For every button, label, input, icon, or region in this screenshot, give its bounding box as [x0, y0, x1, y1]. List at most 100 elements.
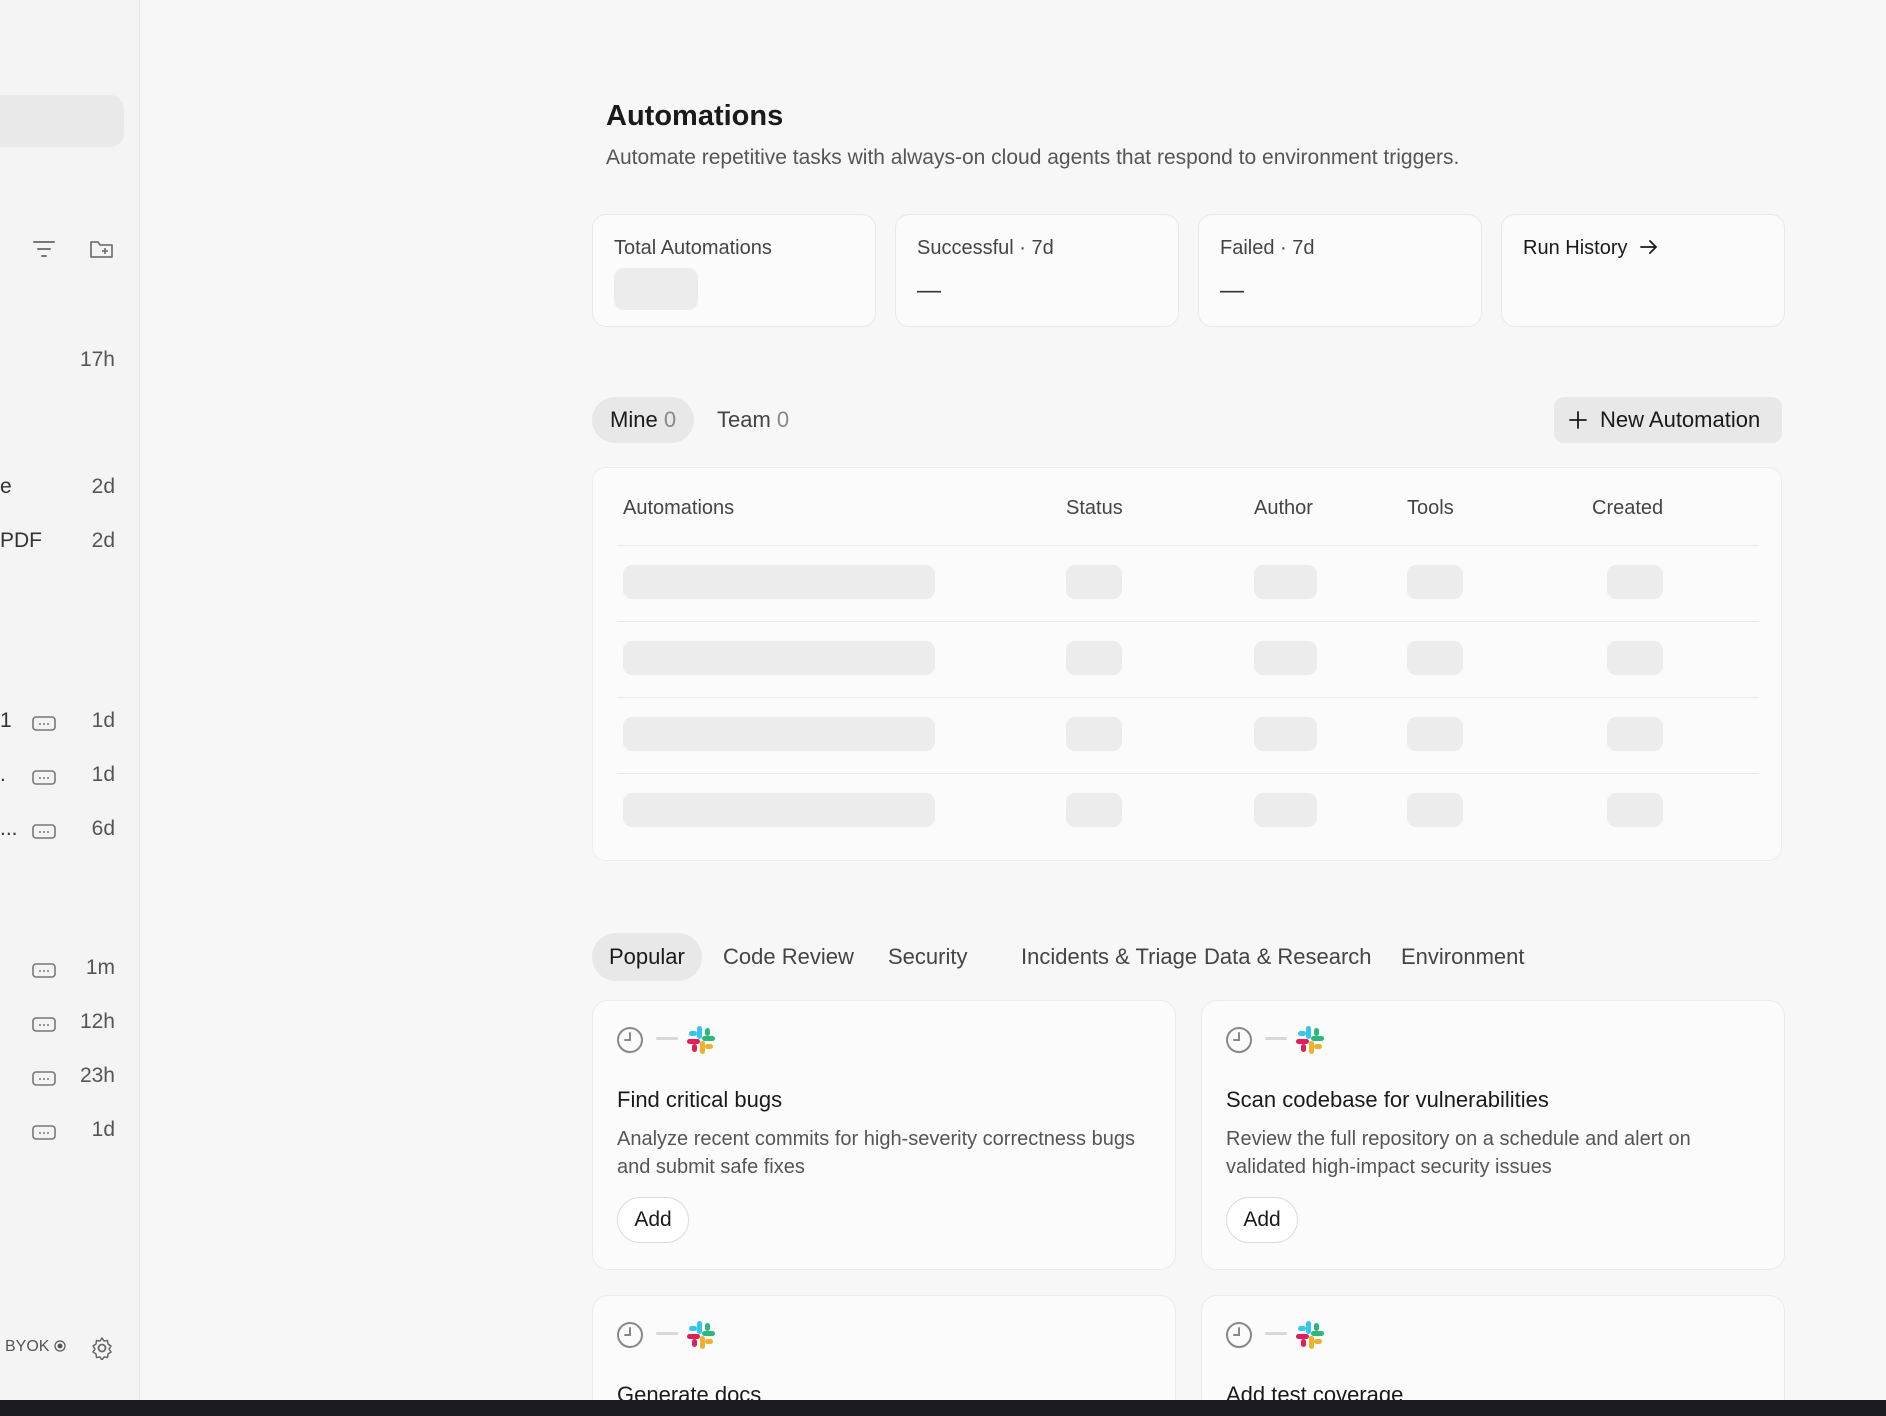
sidebar-search[interactable]: [0, 95, 124, 147]
category-tab[interactable]: Data & Research: [1187, 933, 1389, 981]
skeleton-cell: [1066, 641, 1122, 675]
clock-icon: [616, 1026, 644, 1059]
sidebar-item-time: 12h: [79, 1010, 115, 1033]
connector-line: [1265, 1332, 1287, 1335]
category-tab[interactable]: Incidents & Triage: [1004, 933, 1214, 981]
sidebar-item[interactable]: 1 1d: [0, 707, 118, 737]
sidebar-item[interactable]: PDF 2d: [0, 527, 118, 557]
sidebar-item-time: 23h: [79, 1064, 115, 1087]
template-card-generate-docs[interactable]: Generate docs: [592, 1295, 1176, 1415]
sidebar-item-time: 1d: [91, 709, 115, 732]
skeleton-cell: [1607, 717, 1663, 751]
clock-icon: [1225, 1026, 1253, 1059]
arrow-right-icon: [1640, 240, 1657, 254]
sidebar-item[interactable]: 1d: [0, 1116, 118, 1146]
skeleton-cell: [623, 717, 935, 751]
clock-icon: [616, 1321, 644, 1354]
sidebar-item[interactable]: 1m: [0, 954, 118, 984]
column-header-created[interactable]: Created: [1592, 497, 1663, 520]
skeleton-cell: [1407, 717, 1463, 751]
category-tab[interactable]: Popular: [592, 933, 702, 981]
stat-failed: Failed · 7d —: [1198, 214, 1482, 327]
tab-mine[interactable]: Mine 0: [592, 397, 695, 443]
cloud-agent-icon: [32, 768, 56, 792]
new-folder-icon[interactable]: [89, 237, 115, 266]
cloud-agent-icon: [32, 1069, 56, 1093]
row-divider: [617, 773, 1759, 774]
slack-icon: [1295, 1025, 1325, 1060]
sidebar-item-time: 2d: [91, 529, 115, 552]
sidebar-item-label: e: [0, 475, 12, 498]
connector-line: [656, 1037, 678, 1040]
skeleton-cell: [1407, 565, 1463, 599]
sidebar-item-time: 2d: [91, 475, 115, 498]
connector-line: [1265, 1037, 1287, 1040]
sidebar-item-label: ...: [0, 817, 18, 840]
sidebar-item-time: 17h: [79, 348, 115, 371]
template-card-scan-codebase[interactable]: Scan codebase for vulnerabilities Review…: [1201, 1000, 1785, 1270]
skeleton-cell: [623, 565, 935, 599]
new-automation-button[interactable]: New Automation: [1554, 397, 1782, 443]
plus-icon: [1569, 411, 1587, 429]
run-history-link[interactable]: Run History: [1523, 237, 1659, 260]
sidebar-item-label: PDF: [0, 529, 42, 552]
column-header-tools[interactable]: Tools: [1407, 497, 1454, 520]
skeleton-cell: [1607, 641, 1663, 675]
sidebar-item-label: .: [0, 763, 6, 786]
add-button[interactable]: Add: [617, 1197, 689, 1243]
skeleton-cell: [1066, 793, 1122, 827]
skeleton-cell: [623, 641, 935, 675]
sidebar-item[interactable]: e 2d: [0, 473, 118, 503]
row-divider: [617, 697, 1759, 698]
row-divider: [617, 621, 1759, 622]
skeleton-cell: [1407, 641, 1463, 675]
slack-icon: [686, 1320, 716, 1355]
sidebar-item-label: 1: [0, 709, 12, 732]
stat-total-automations: Total Automations: [592, 214, 876, 327]
category-tab[interactable]: Security: [871, 933, 984, 981]
slack-icon: [1295, 1320, 1325, 1355]
sidebar-item-time: 1d: [91, 763, 115, 786]
sidebar-item[interactable]: 12h: [0, 1008, 118, 1038]
clock-icon: [1225, 1321, 1253, 1354]
radio-dot-icon: [54, 1340, 66, 1352]
gear-icon[interactable]: [90, 1336, 114, 1365]
skeleton-cell: [1254, 641, 1317, 675]
stat-value-loading: [614, 268, 698, 310]
taskbar: [0, 1400, 1886, 1416]
column-header-author[interactable]: Author: [1254, 497, 1313, 520]
byok-indicator[interactable]: BYOK: [5, 1338, 66, 1356]
cloud-agent-icon: [32, 961, 56, 985]
skeleton-cell: [1607, 793, 1663, 827]
skeleton-cell: [1407, 793, 1463, 827]
sidebar-item[interactable]: 17h: [0, 346, 118, 376]
row-divider: [617, 545, 1759, 546]
automations-table: Automations Status Author Tools Created: [592, 467, 1782, 861]
column-header-automations[interactable]: Automations: [623, 497, 734, 520]
sidebar-item-time: 1d: [91, 1118, 115, 1141]
column-header-status[interactable]: Status: [1066, 497, 1123, 520]
category-tab[interactable]: Environment: [1384, 933, 1542, 981]
stat-successful: Successful · 7d —: [895, 214, 1179, 327]
cloud-agent-icon: [32, 714, 56, 738]
add-button[interactable]: Add: [1226, 1197, 1298, 1243]
category-tab[interactable]: Code Review: [706, 933, 871, 981]
skeleton-cell: [1066, 717, 1122, 751]
sidebar: 17h e 2d PDF 2d 1 1d. 1d... 6d 1m 12h 23h 1d BYOK: [0, 0, 140, 1400]
cloud-agent-icon: [32, 822, 56, 846]
skeleton-cell: [623, 793, 935, 827]
sidebar-item-time: 1m: [85, 956, 115, 979]
run-history-card[interactable]: Run History: [1501, 214, 1785, 327]
page-title: Automations: [606, 100, 784, 132]
connector-line: [656, 1332, 678, 1335]
sidebar-item[interactable]: 23h: [0, 1062, 118, 1092]
sidebar-item[interactable]: ... 6d: [0, 815, 118, 845]
skeleton-cell: [1254, 565, 1317, 599]
tab-team[interactable]: Team 0: [699, 397, 807, 443]
sidebar-item-time: 6d: [91, 817, 115, 840]
template-card-find-critical-bugs[interactable]: Find critical bugs Analyze recent commit…: [592, 1000, 1176, 1270]
sidebar-item[interactable]: . 1d: [0, 761, 118, 791]
cloud-agent-icon: [32, 1123, 56, 1147]
template-card-add-test-coverage[interactable]: Add test coverage: [1201, 1295, 1785, 1415]
filter-icon[interactable]: [32, 238, 56, 265]
